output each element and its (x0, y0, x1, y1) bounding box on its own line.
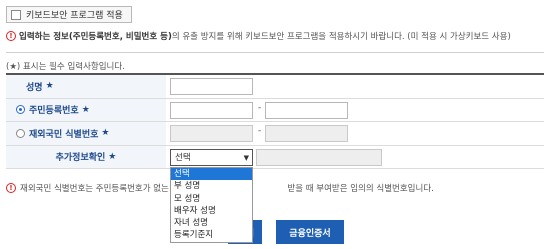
required-star: ★ (45, 81, 54, 92)
foreign-front-input[interactable] (170, 125, 253, 142)
foreign-label: 재외국민 식별번호 ★ (6, 122, 166, 145)
required-star: ★ (101, 128, 110, 139)
info-text-right: 받을 때 부여받은 임의의 식별번호입니다. (287, 184, 434, 194)
foreign-dash: - (258, 126, 262, 136)
dropdown-option[interactable]: 등록기준지 (171, 229, 252, 241)
dropdown-option[interactable]: 자녀 성명 (171, 217, 252, 229)
dropdown-option[interactable]: 모 성명 (171, 193, 252, 205)
warning-icon: ! (6, 183, 16, 193)
notice-prefix: 입력하는 정보 (19, 32, 69, 42)
rrn-dash: - (258, 102, 262, 113)
rrn-radio[interactable] (16, 105, 25, 115)
security-notice: ! 입력하는 정보(주민등록번호, 비밀번호 등)의 유출 방지를 위해 키보드… (6, 30, 511, 42)
keyboard-security-toggle[interactable]: 키보드보안 프로그램 적용 (6, 6, 132, 23)
dropdown-option[interactable]: 배우자 성명 (171, 205, 252, 217)
row-extra: 추가정보확인 ★ 선택 ▼ (6, 145, 544, 169)
foreign-back-input[interactable] (265, 125, 348, 142)
divider (6, 52, 544, 53)
required-note: (★) 표시는 필수 입력사항입니다. (6, 62, 125, 72)
extra-label: 추가정보확인 ★ (6, 145, 166, 168)
checkbox-icon[interactable] (11, 9, 21, 20)
warning-icon: ! (6, 31, 16, 41)
extra-info-input[interactable] (256, 148, 382, 166)
required-star: ★ (108, 151, 117, 162)
row-name: 성명 ★ (6, 75, 544, 99)
row-rrn: 주민등록번호 ★ - (6, 98, 544, 122)
foreign-radio[interactable] (16, 128, 25, 138)
name-label: 성명 ★ (6, 75, 166, 98)
name-input[interactable] (170, 78, 253, 95)
keyboard-security-label: 키보드보안 프로그램 적용 (26, 11, 123, 21)
required-star: ★ (81, 104, 90, 115)
info-text-left: 재외국민 식별번호는 주민등록번호가 없는 재 (20, 184, 180, 194)
financial-cert-button[interactable]: 금융인증서 (276, 220, 344, 244)
rrn-front-input[interactable] (170, 101, 253, 119)
extra-info-dropdown: 선택 부 성명 모 성명 배우자 성명 자녀 성명 등록기준지 (170, 167, 253, 243)
rrn-label: 주민등록번호 ★ (6, 98, 166, 121)
dropdown-option[interactable]: 부 성명 (171, 180, 252, 192)
dropdown-option[interactable]: 선택 (171, 168, 252, 181)
rrn-back-input[interactable] (265, 101, 348, 119)
row-foreign: 재외국민 식별번호 ★ - (6, 122, 544, 146)
extra-info-select[interactable]: 선택 ▼ (170, 148, 253, 166)
notice-highlight: (주민등록번호, 비밀번호 등) (68, 32, 172, 42)
chevron-down-icon: ▼ (243, 153, 249, 162)
identity-form: 성명 ★ 주민등록번호 ★ - 재외국민 식별번호 ★ - 추가정보확인 ★ 선택 ▼ (6, 73, 544, 169)
notice-suffix: 의 유출 방지를 위해 키보드보안 프로그램을 적용하시기 바랍니다. (미 적… (171, 32, 511, 42)
